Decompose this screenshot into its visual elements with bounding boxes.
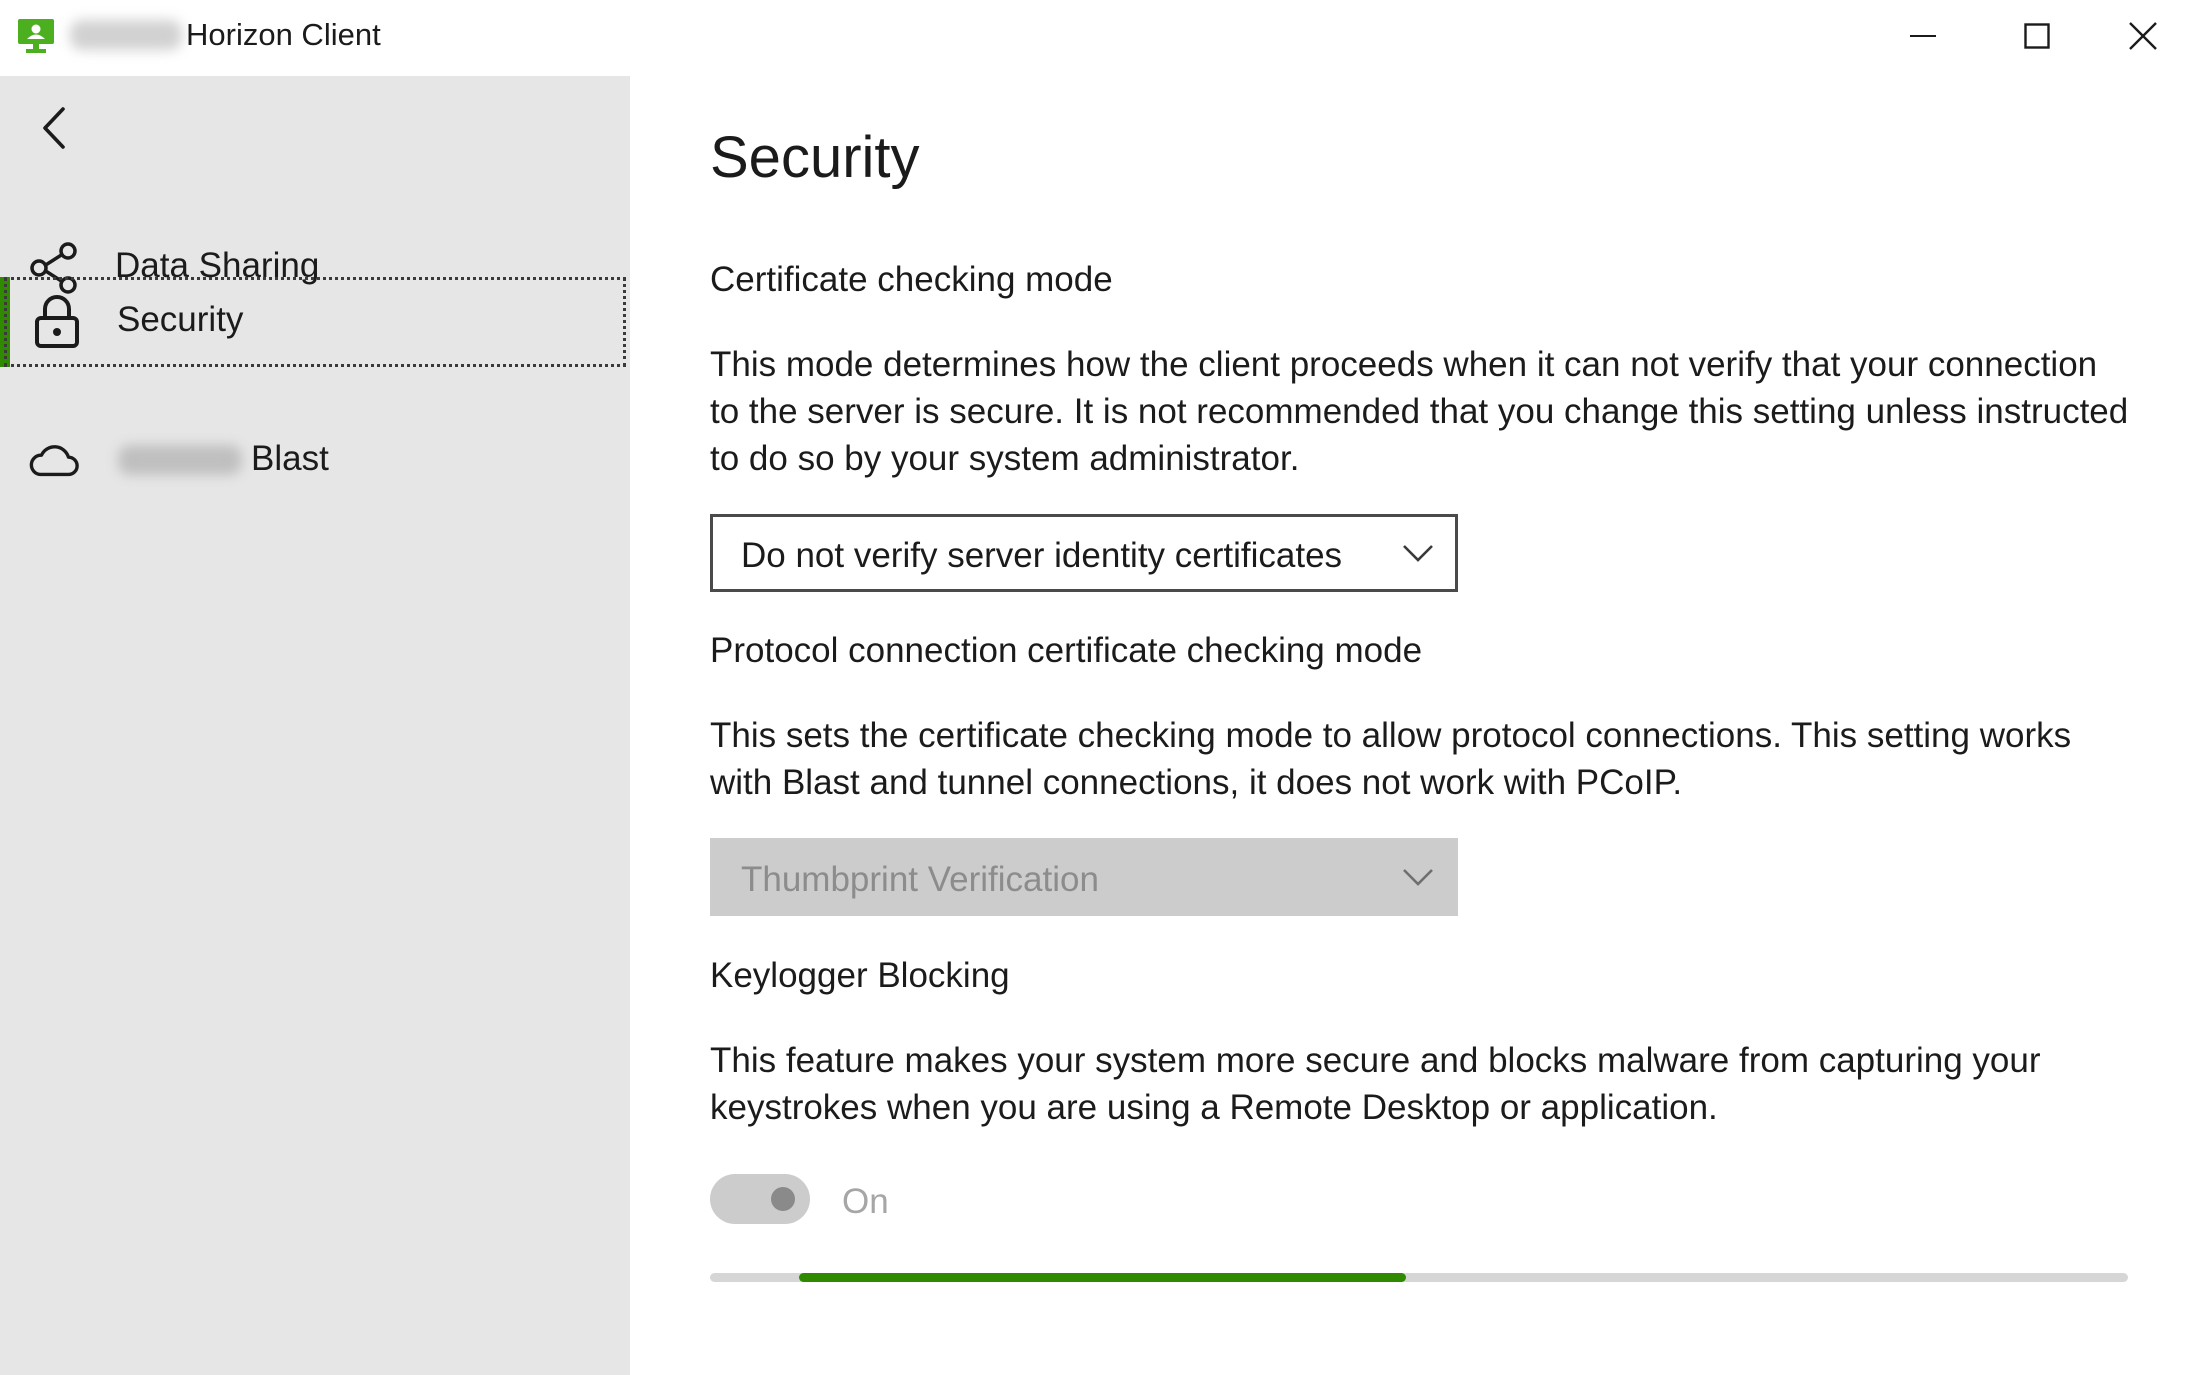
close-icon: [2129, 22, 2157, 50]
cloud-icon: [28, 435, 80, 487]
sidebar-item-label: Blast: [251, 439, 329, 478]
chevron-down-icon: [1403, 545, 1433, 562]
back-button[interactable]: [24, 98, 84, 158]
keylogger-description: This feature makes your system more secu…: [710, 1041, 2041, 1127]
certificate-mode-dropdown[interactable]: Do not verify server identity certificat…: [710, 514, 1458, 592]
protocol-mode-dropdown[interactable]: Thumbprint Verification: [710, 838, 1458, 916]
window-title: Horizon Client: [186, 17, 381, 52]
redacted-brand-name: [70, 20, 182, 50]
maximize-icon: [2024, 23, 2050, 49]
close-button[interactable]: [2094, 0, 2192, 72]
sidebar-item-blast[interactable]: Blast: [0, 417, 626, 501]
page-title: Security: [710, 125, 920, 190]
horizon-monitor-icon: [14, 14, 58, 58]
dropdown-selected-value: Thumbprint Verification: [741, 860, 1099, 899]
toggle-knob: [771, 1187, 795, 1211]
redacted-brand-name: [118, 445, 242, 475]
chevron-down-icon: [1403, 869, 1433, 886]
protocol-mode-heading: Protocol connection certificate checking…: [710, 631, 1423, 670]
chevron-left-icon: [43, 107, 65, 149]
progress-indicator: [799, 1273, 1407, 1282]
toggle-state-label: On: [842, 1182, 889, 1221]
sidebar-item-security[interactable]: Security: [4, 277, 626, 367]
maximize-button[interactable]: [1980, 0, 2094, 72]
lock-icon: [31, 295, 83, 348]
certificate-mode-heading: Certificate checking mode: [710, 260, 1113, 299]
settings-sidebar: Data Sharing Security Blast: [0, 76, 630, 1375]
protocol-mode-description: This sets the certificate checking mode …: [710, 716, 2072, 802]
title-bar: Horizon Client: [0, 0, 2192, 76]
dropdown-selected-value: Do not verify server identity certificat…: [741, 536, 1343, 575]
keylogger-toggle[interactable]: [710, 1174, 810, 1224]
sidebar-item-label: Security: [117, 300, 244, 339]
settings-content: Security Certificate checking mode This …: [630, 76, 2192, 1375]
minimize-icon: [1910, 35, 1936, 37]
keylogger-heading: Keylogger Blocking: [710, 956, 1010, 995]
loading-progress-bar: [710, 1273, 2128, 1282]
certificate-mode-description: This mode determines how the client proc…: [710, 345, 2129, 478]
minimize-button[interactable]: [1866, 0, 1980, 72]
